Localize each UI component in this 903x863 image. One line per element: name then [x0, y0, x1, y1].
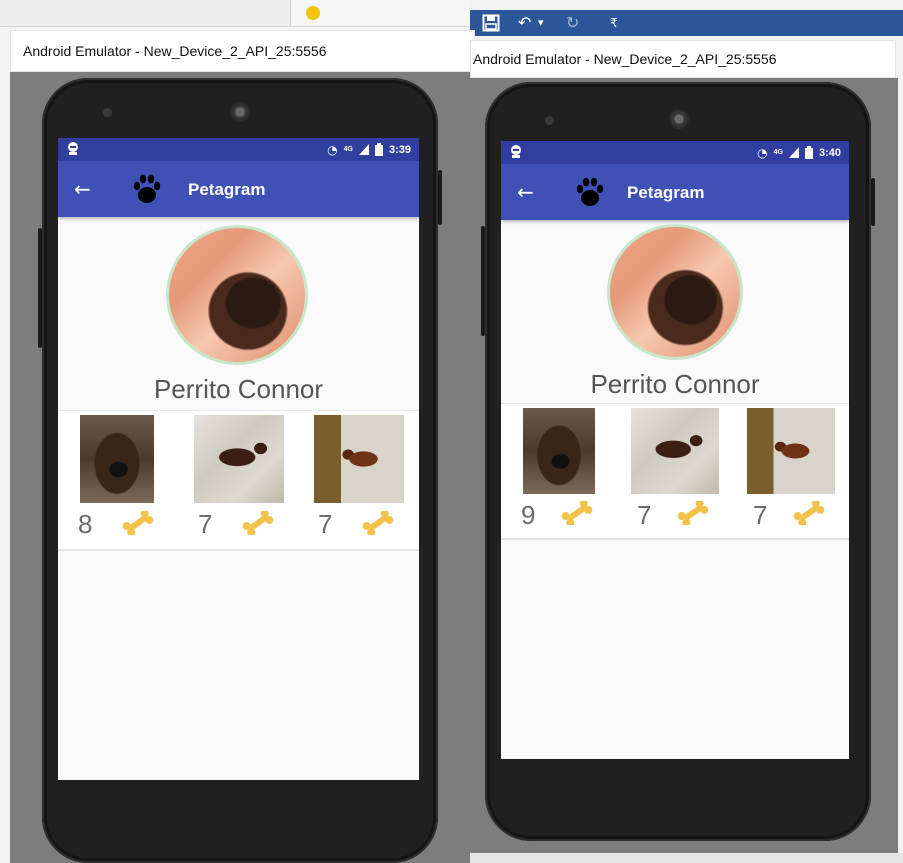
- pet-photo[interactable]: [80, 415, 154, 503]
- like-count: 9: [521, 500, 536, 530]
- bone-icon[interactable]: [791, 501, 827, 525]
- status-time: 3:39: [388, 143, 411, 156]
- undo-dropdown-icon[interactable]: ▾: [538, 10, 544, 36]
- save-icon[interactable]: [482, 10, 500, 40]
- photo-card[interactable]: 7: [733, 404, 849, 538]
- earpiece-speaker-icon: [230, 102, 250, 122]
- earpiece-speaker-icon: [669, 109, 689, 129]
- volume-button[interactable]: [481, 226, 485, 336]
- signal-icon: [358, 144, 369, 155]
- notification-icon: [68, 142, 78, 155]
- pet-photo[interactable]: [314, 415, 404, 503]
- pet-photo[interactable]: [631, 408, 719, 494]
- like-count: 7: [198, 509, 213, 539]
- toolbar-title: Petagram: [188, 180, 266, 199]
- status-bar: ◔ 4G 3:39: [58, 138, 419, 161]
- front-camera-icon: [103, 108, 112, 117]
- photo-card[interactable]: 7: [178, 411, 298, 549]
- signal-icon: [788, 147, 799, 158]
- left-emulator-titlebar: Android Emulator - New_Device_2_API_25:5…: [10, 30, 475, 72]
- photo-grid: 9 7 7: [501, 403, 849, 540]
- pet-name: Perrito Connor: [590, 369, 760, 399]
- tab-favicon-icon: [306, 6, 320, 20]
- data-saver-icon: ◔: [327, 142, 338, 157]
- window-title: Android Emulator - New_Device_2_API_25:5…: [23, 43, 327, 59]
- bone-icon[interactable]: [120, 511, 156, 535]
- profile-avatar[interactable]: [166, 225, 308, 365]
- pet-photo[interactable]: [747, 408, 835, 494]
- bone-icon[interactable]: [675, 501, 711, 525]
- bone-icon[interactable]: [360, 511, 396, 535]
- photo-card[interactable]: 8: [58, 411, 178, 549]
- volume-button[interactable]: [38, 228, 42, 348]
- toolbar-title: Petagram: [627, 183, 705, 202]
- power-button[interactable]: [438, 170, 442, 225]
- app-toolbar: ← Petagram: [58, 161, 419, 217]
- window-bottom-edge: [470, 853, 903, 863]
- paw-icon: [576, 177, 604, 206]
- pet-name: Perrito Connor: [153, 374, 324, 404]
- bone-icon[interactable]: [559, 501, 595, 525]
- photo-card[interactable]: 9: [501, 404, 617, 538]
- customize-toolbar-icon[interactable]: ₹: [610, 10, 618, 36]
- power-button[interactable]: [871, 178, 875, 226]
- photo-grid: 8 7 7: [58, 410, 419, 551]
- bone-icon[interactable]: [240, 511, 276, 535]
- like-count: 8: [78, 509, 93, 539]
- battery-icon: [804, 146, 813, 159]
- status-time: 3:40: [818, 146, 841, 159]
- photo-card[interactable]: 7: [617, 404, 733, 538]
- pet-photo[interactable]: [194, 415, 284, 503]
- like-count: 7: [753, 500, 768, 530]
- back-arrow-icon[interactable]: ←: [517, 180, 534, 204]
- undo-icon[interactable]: ↶: [518, 10, 531, 36]
- notification-icon: [511, 145, 521, 158]
- app-toolbar: ← Petagram: [501, 164, 849, 220]
- network-type: 4G: [343, 146, 353, 153]
- battery-icon: [374, 143, 383, 156]
- back-arrow-icon[interactable]: ←: [74, 177, 91, 201]
- network-type: 4G: [773, 149, 783, 156]
- quick-access-toolbar: ↶ ▾ ↻ ₹: [470, 10, 903, 36]
- pet-photo[interactable]: [523, 408, 595, 494]
- like-count: 7: [637, 500, 652, 530]
- phone-screen: ◔ 4G 3:40 ← Petagram Perrito Connor 9 7 …: [501, 141, 849, 759]
- like-count: 7: [318, 509, 333, 539]
- paw-icon: [133, 174, 161, 203]
- data-saver-icon: ◔: [757, 145, 768, 160]
- status-bar: ◔ 4G 3:40: [501, 141, 849, 164]
- profile-avatar[interactable]: [607, 224, 743, 360]
- photo-card[interactable]: 7: [298, 411, 419, 549]
- window-title: Android Emulator - New_Device_2_API_25:5…: [473, 51, 777, 67]
- right-emulator-titlebar: Android Emulator - New_Device_2_API_25:5…: [470, 40, 896, 78]
- front-camera-icon: [545, 116, 554, 125]
- redo-icon[interactable]: ↻: [566, 10, 579, 36]
- phone-screen: ◔ 4G 3:39 ← Petagram Perrito Connor 8 7 …: [58, 138, 419, 780]
